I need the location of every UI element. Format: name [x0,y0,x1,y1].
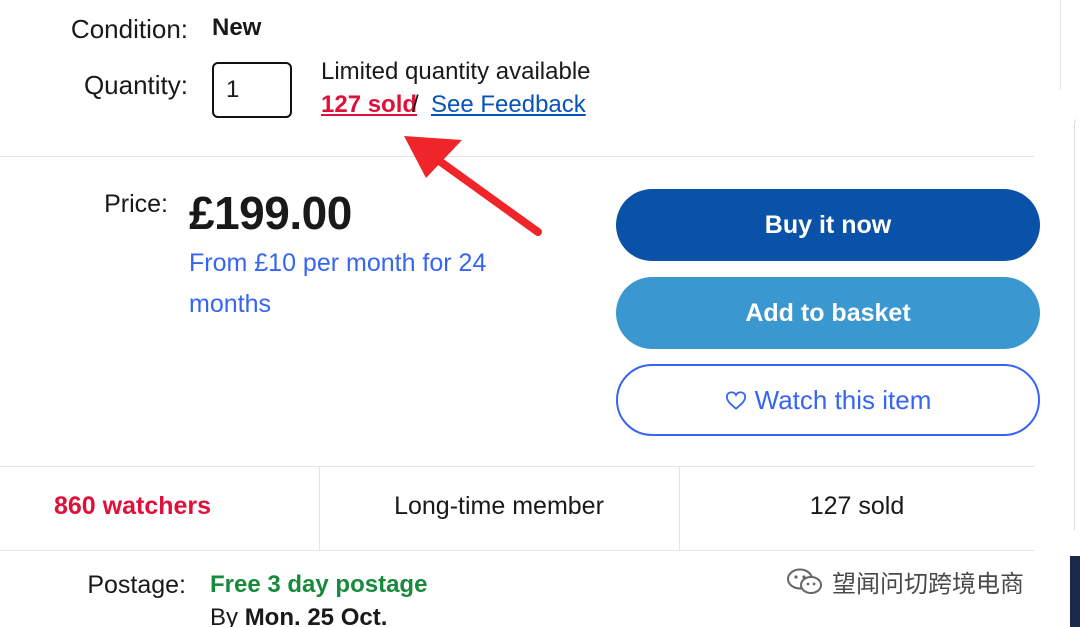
watermark: 望闻问切跨境电商 [786,564,1024,599]
watchers-count: 860 watchers [54,492,212,520]
delivery-date-value: Mon. 25 Oct. [244,604,388,627]
postage-label: Postage: [87,571,186,599]
watermark-text: 望闻问切跨境电商 [832,571,1024,598]
divider [0,550,1034,551]
delivery-date: By Mon. 25 Oct. [210,604,387,627]
sold-count-link[interactable]: 127 sold [321,91,417,119]
quantity-input[interactable] [212,62,292,118]
add-to-basket-button[interactable]: Add to basket [616,277,1040,349]
side-panel-edge [1060,0,1080,90]
see-feedback-link[interactable]: See Feedback [431,91,586,119]
condition-value: New [212,14,262,41]
finance-offer-link[interactable]: From £10 per month for 24 months [189,243,549,325]
sold-count: 127 sold [809,492,905,520]
condition-label: Condition: [70,14,188,44]
add-to-basket-label: Add to basket [745,298,911,327]
delivery-prefix: By [210,604,239,627]
buy-it-now-button[interactable]: Buy it now [616,189,1040,261]
watch-item-label: Watch this item [754,384,932,415]
price-amount: £199.00 [189,187,352,239]
watch-item-button[interactable]: Watch this item [616,364,1040,436]
buy-it-now-label: Buy it now [764,210,892,239]
availability-text: Limited quantity available [321,58,591,85]
link-separator: / [412,91,419,118]
postage-value: Free 3 day postage [210,571,428,598]
divider [0,466,1034,467]
wechat-icon [787,568,822,594]
background-edge [1070,556,1080,627]
divider [0,156,1034,157]
side-panel-edge [1074,118,1080,530]
price-label: Price: [104,190,168,218]
heart-outline-icon [725,391,746,410]
quantity-label: Quantity: [83,70,188,100]
seller-member-status: Long-time member [394,492,604,520]
